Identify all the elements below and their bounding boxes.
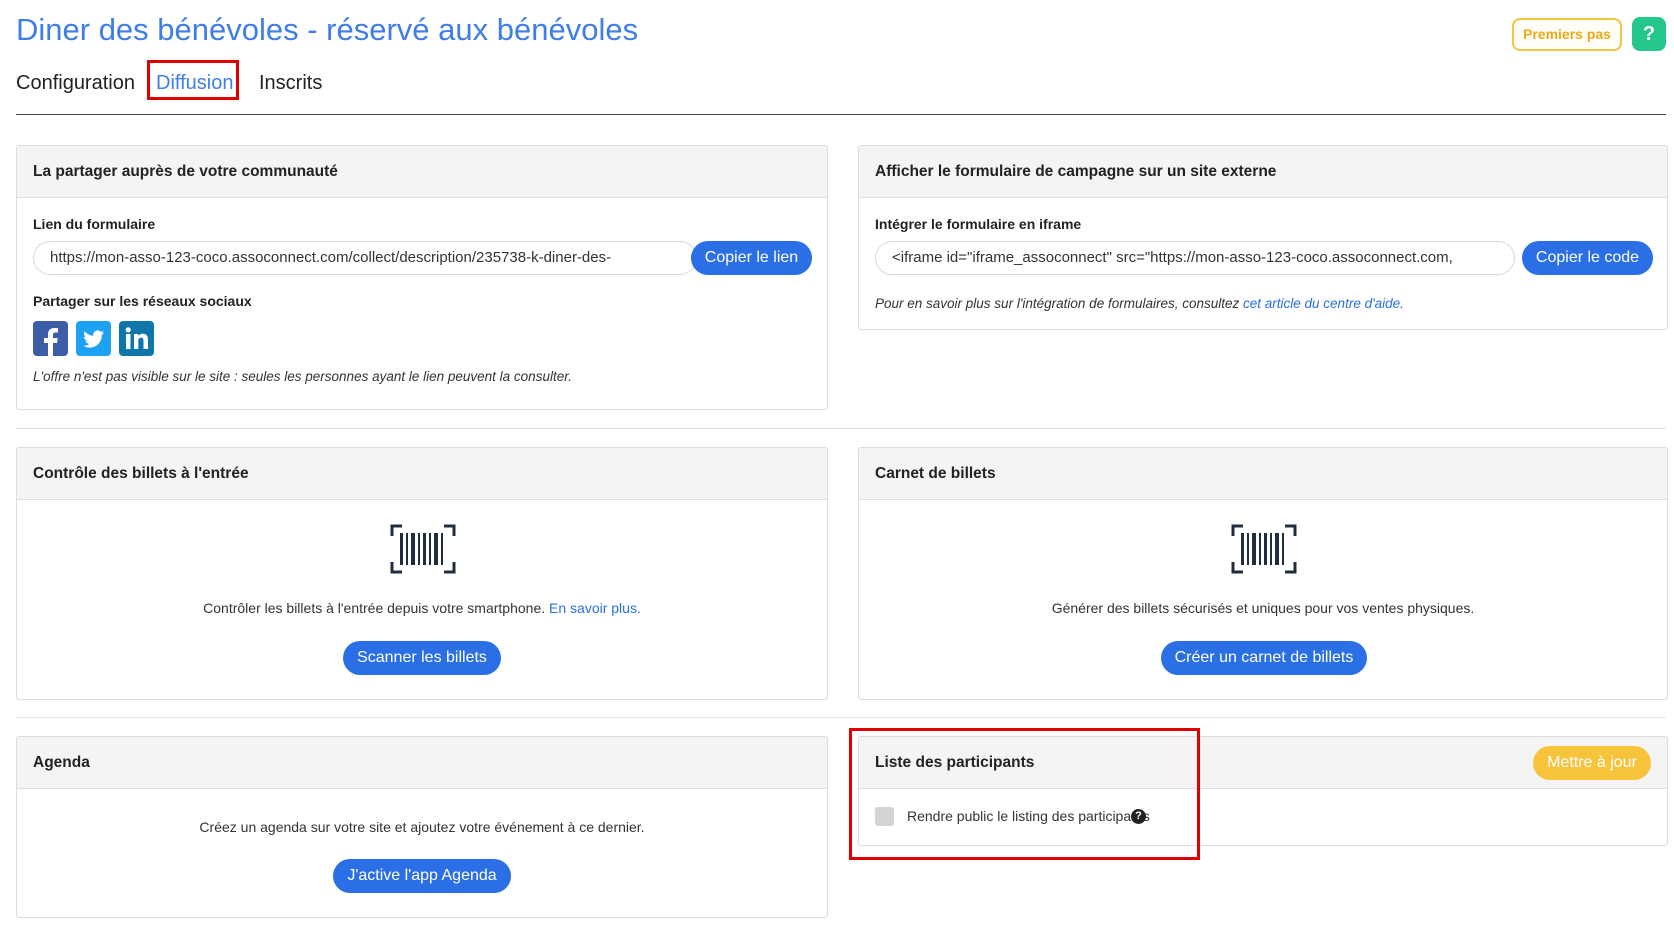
share-card: La partager auprès de votre communauté L… [16,145,828,410]
help-article-link[interactable]: cet article du centre d'aide. [1243,296,1404,311]
social-share-label: Partager sur les réseaux sociaux [33,293,252,309]
update-button[interactable]: Mettre à jour [1533,746,1651,780]
ticket-book-card: Carnet de billets Générer des billets sé… [858,447,1668,700]
public-listing-label: Rendre public le listing des participant… [907,808,1150,824]
ticket-control-text-row: Contrôler les billets à l'entrée depuis … [17,600,827,616]
tab-divider [16,114,1666,115]
barcode-scan-icon [390,524,456,574]
external-card: Afficher le formulaire de campagne sur u… [858,145,1668,330]
tab-configuration[interactable]: Configuration [16,66,135,100]
tab-bar: Configuration Diffusion Inscrits [16,66,1666,100]
agenda-text: Créez un agenda sur votre site et ajoute… [199,819,645,835]
help-button[interactable]: ? [1632,17,1666,51]
scan-tickets-button[interactable]: Scanner les billets [343,641,501,675]
premiers-pas-button[interactable]: Premiers pas [1512,18,1622,51]
ticket-control-title: Contrôle des billets à l'entrée [17,448,827,500]
create-ticket-book-button[interactable]: Créer un carnet de billets [1161,641,1367,675]
section-divider [16,428,1666,429]
share-note: L'offre n'est pas visible sur le site : … [33,369,572,384]
ticket-control-card: Contrôle des billets à l'entrée Contrôle… [16,447,828,700]
form-link-field[interactable]: https://mon-asso-123-coco.assoconnect.co… [33,241,697,275]
page-title: Diner des bénévoles - réservé aux bénévo… [16,12,639,47]
ticket-book-title: Carnet de billets [859,448,1667,500]
linkedin-icon[interactable] [119,321,154,356]
copy-code-button[interactable]: Copier le code [1522,241,1653,275]
activate-agenda-button[interactable]: J'active l'app Agenda [333,859,511,893]
section-divider [16,717,1666,718]
participants-title-text: Liste des participants [875,754,1035,771]
agenda-card: Agenda Créez un agenda sur votre site et… [16,736,828,918]
share-card-title: La partager auprès de votre communauté [17,146,827,198]
ticket-control-text: Contrôler les billets à l'entrée depuis … [203,600,550,616]
learn-more-link[interactable]: En savoir plus. [549,600,641,616]
public-listing-checkbox[interactable] [875,807,894,826]
copy-link-button[interactable]: Copier le lien [691,241,812,275]
iframe-code-field[interactable]: <iframe id="iframe_assoconnect" src="htt… [875,241,1515,275]
participants-card: Liste des participants Mettre à jour Ren… [858,736,1668,846]
iframe-label: Intégrer le formulaire en iframe [875,216,1082,232]
facebook-icon[interactable] [33,321,68,356]
twitter-icon[interactable] [76,321,111,356]
ticket-book-text: Générer des billets sécurisés et uniques… [1051,600,1475,616]
tab-inscrits[interactable]: Inscrits [259,66,322,100]
iframe-help-note-text: Pour en savoir plus sur l'intégration de… [875,296,1244,311]
tab-diffusion[interactable]: Diffusion [156,66,233,100]
iframe-help-note: Pour en savoir plus sur l'intégration de… [875,296,1404,311]
form-link-label: Lien du formulaire [33,216,156,232]
barcode-scan-icon [1231,524,1297,574]
question-icon[interactable]: ? [1131,809,1146,824]
agenda-title: Agenda [17,737,827,789]
external-card-title: Afficher le formulaire de campagne sur u… [859,146,1667,198]
